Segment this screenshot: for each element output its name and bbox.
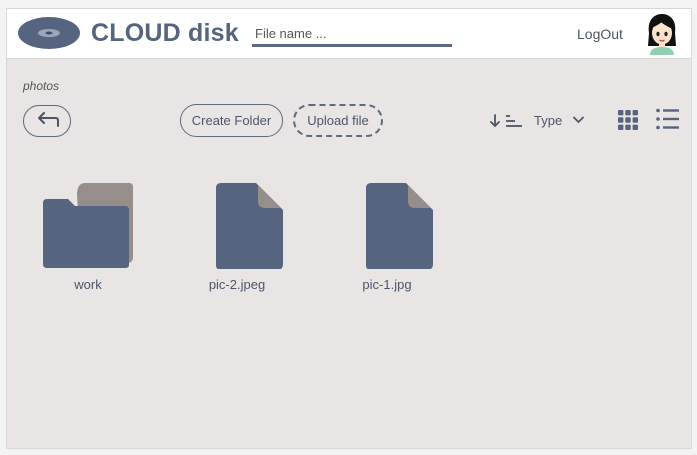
sort-direction-icon[interactable] (490, 113, 526, 129)
app-title: CLOUD disk (91, 19, 239, 47)
folder-icon (43, 183, 133, 268)
file-name: pic-1.jpg (362, 277, 412, 292)
file-item-pic-2[interactable]: pic-2.jpeg (182, 179, 292, 292)
file-name: pic-2.jpeg (208, 277, 266, 292)
back-arrow-icon (38, 112, 59, 127)
search-input[interactable] (252, 23, 452, 47)
breadcrumb[interactable]: photos (23, 79, 59, 93)
back-button[interactable] (23, 105, 71, 137)
folder-item-work[interactable]: work (33, 179, 143, 292)
file-icon (366, 183, 433, 269)
list-view-icon[interactable] (656, 108, 680, 130)
cloud-disk-logo-icon (18, 17, 80, 49)
grid-view-icon[interactable] (618, 110, 638, 130)
chevron-down-icon[interactable] (573, 116, 584, 124)
sort-select[interactable]: Type (534, 113, 562, 128)
upload-file-button[interactable]: Upload file (293, 104, 383, 137)
app-window: CLOUD disk LogOut photos Create Folder U… (6, 8, 692, 449)
logout-link[interactable]: LogOut (577, 26, 623, 42)
avatar[interactable] (645, 13, 679, 55)
header: CLOUD disk LogOut (7, 9, 691, 59)
create-folder-button[interactable]: Create Folder (180, 104, 283, 137)
file-item-pic-1[interactable]: pic-1.jpg (332, 179, 442, 292)
file-icon (216, 183, 283, 269)
file-name: work (74, 277, 102, 292)
